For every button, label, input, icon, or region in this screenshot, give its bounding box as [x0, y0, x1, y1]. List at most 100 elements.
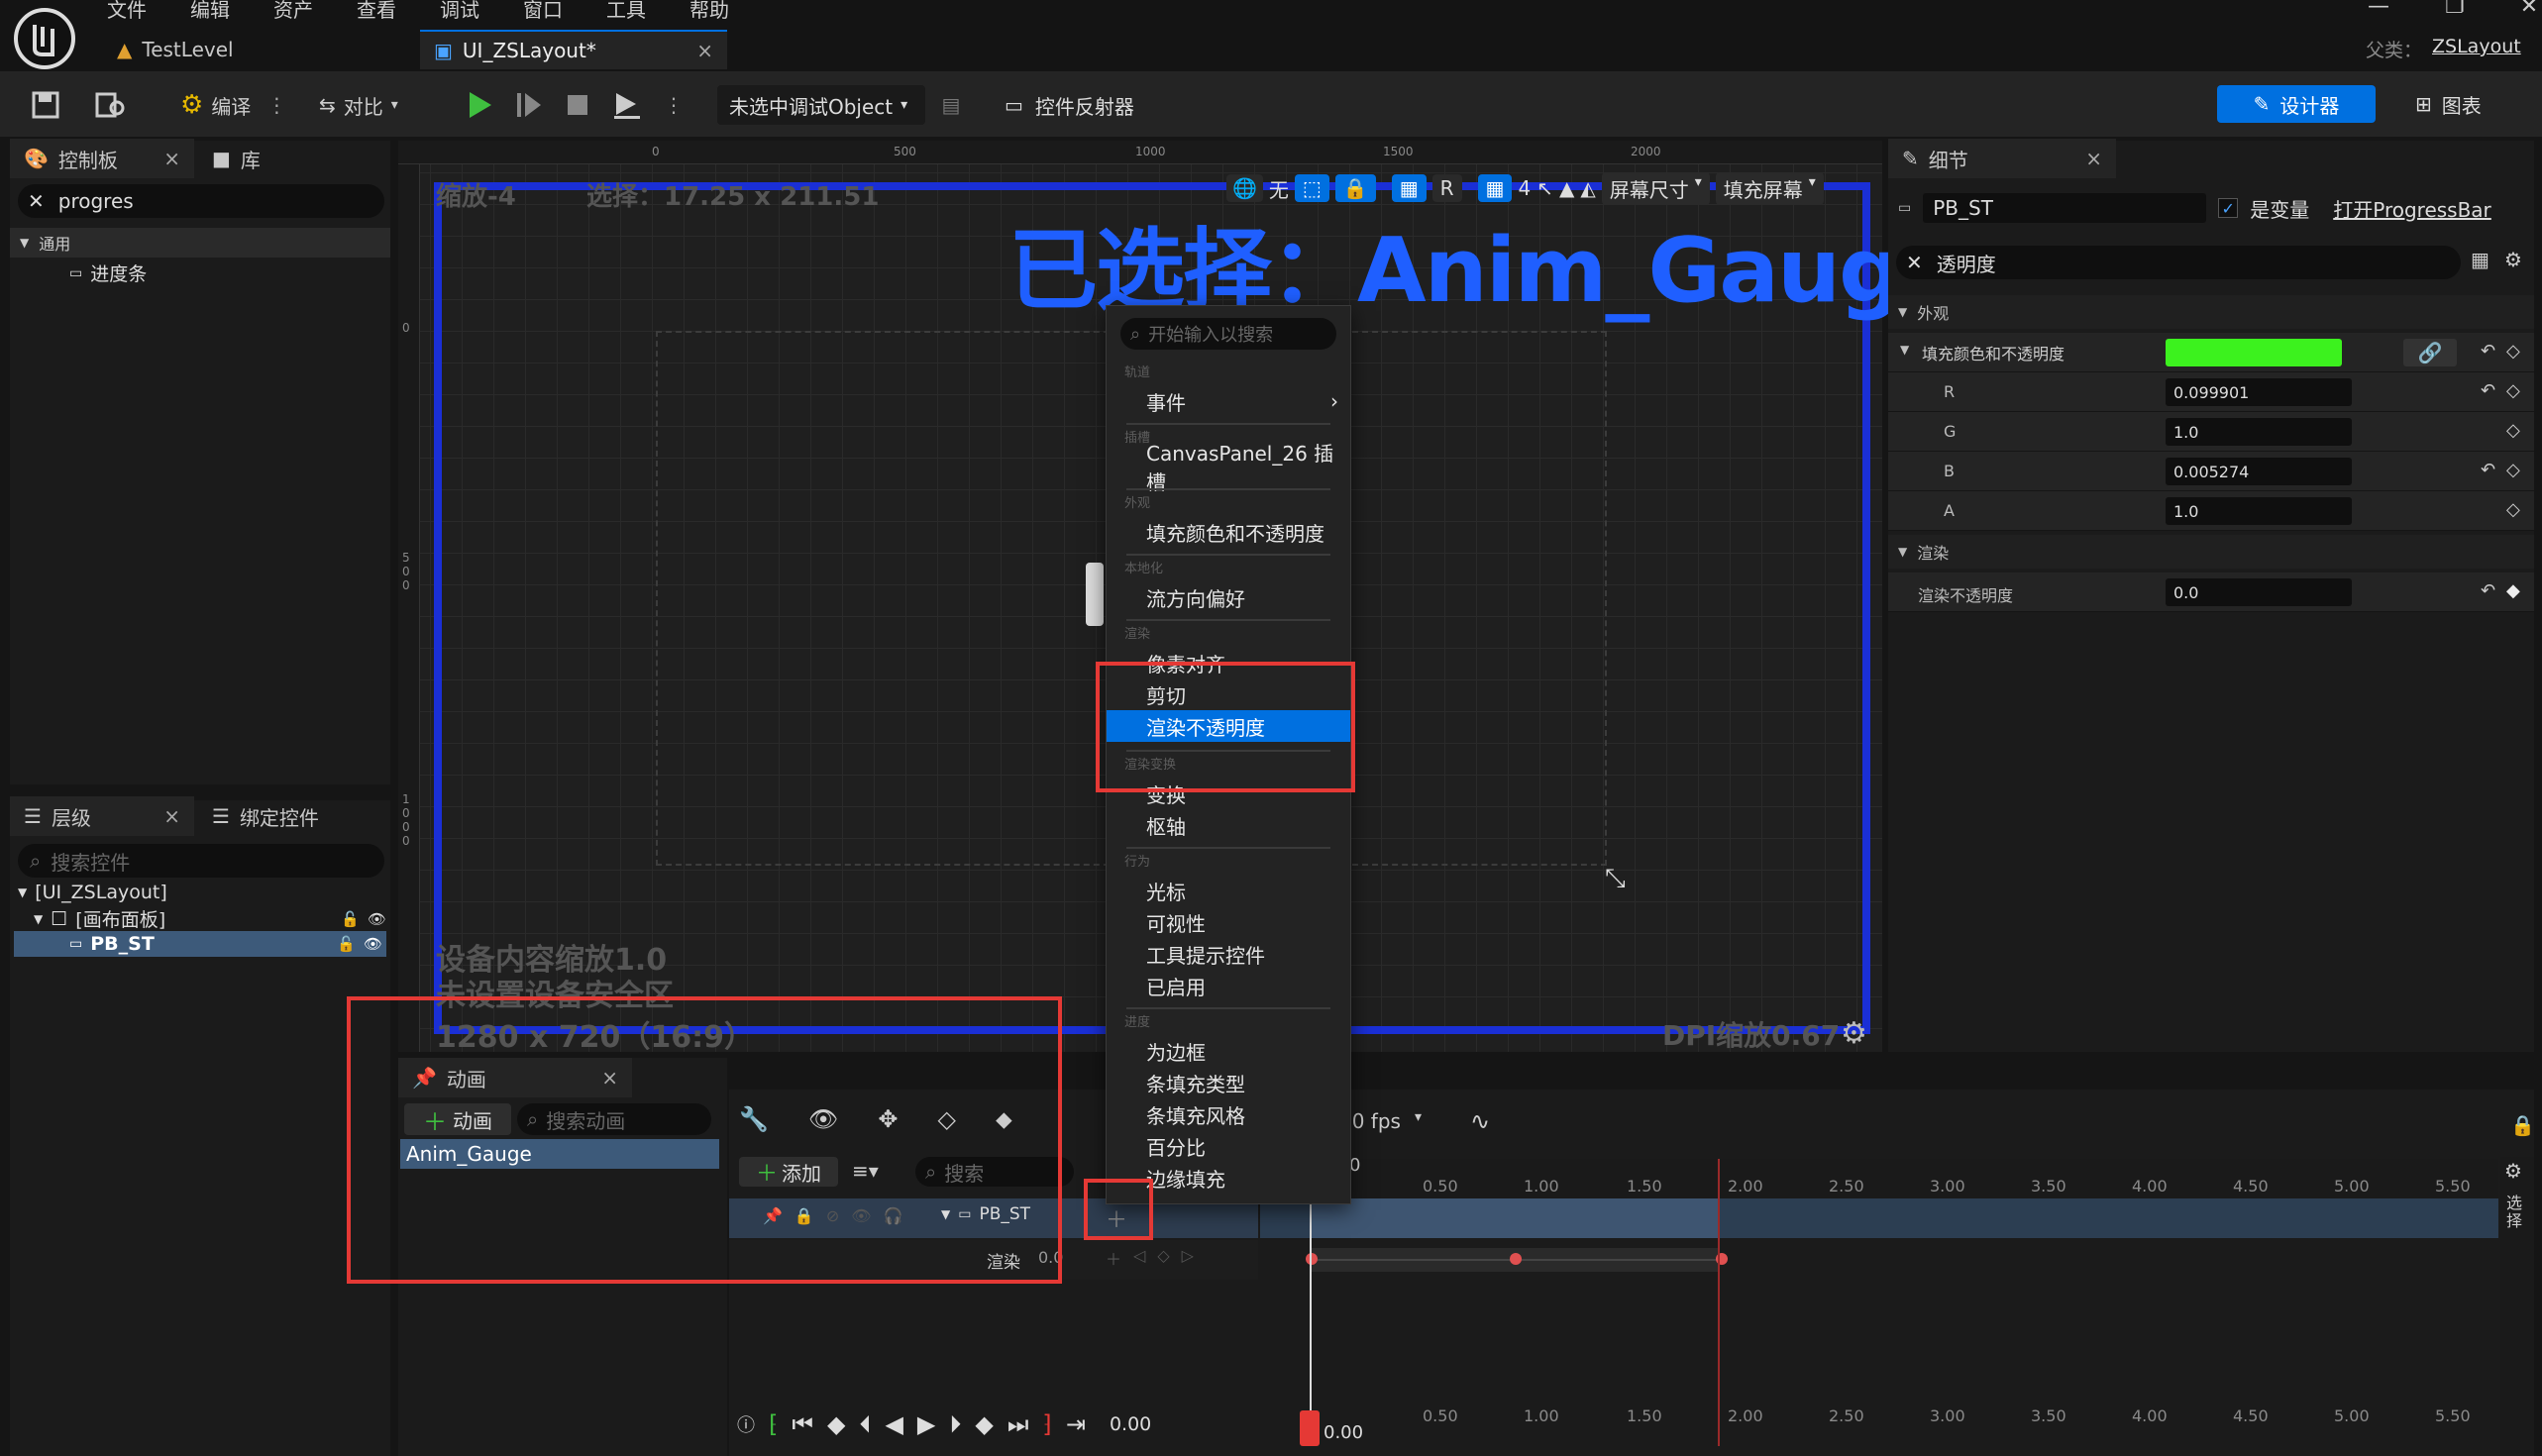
tab-library[interactable]: ■ 库 [198, 139, 376, 178]
tree-canvas[interactable]: ▼ ☐ [画布面板] 🔓 👁 [34, 905, 386, 932]
palette-search-input[interactable]: ✕ progres [18, 184, 384, 218]
tab-ui-zslayout[interactable]: ▣ UI_ZSLayout* × [420, 30, 727, 69]
next-key-icon[interactable]: ◆ [975, 1410, 993, 1438]
diff-button[interactable]: ⇆ 对比 ▾ [319, 87, 398, 123]
fps-select[interactable]: 20 fps ▾ [1339, 1109, 1422, 1133]
tree-item-pb-st[interactable]: ▭ PB_ST 🔓 👁 [14, 931, 386, 957]
grid-icon[interactable]: ▦ [1477, 174, 1513, 202]
keyframe-icon[interactable]: ◇ [2506, 341, 2520, 362]
keyframe-icon[interactable]: ◇ [2506, 499, 2520, 520]
selected-widget-handle[interactable] [1086, 563, 1104, 626]
tab-testlevel[interactable]: ▲ TestLevel [103, 30, 410, 69]
globe-icon[interactable]: 🌐 [1226, 174, 1263, 202]
menu-asset[interactable]: 资产 [273, 0, 313, 23]
reset-icon[interactable]: ↶ [2481, 580, 2495, 601]
screen-size-select[interactable]: 屏幕尺寸 ▾ [1601, 171, 1710, 205]
reset-icon[interactable]: ↶ [2481, 460, 2495, 480]
playhead-marker[interactable] [1300, 1410, 1320, 1446]
eye-icon[interactable]: 👁 [368, 910, 386, 928]
image-icon[interactable]: ▲ [1559, 176, 1574, 200]
menu-item-cursor[interactable]: 光标 [1107, 875, 1350, 906]
is-variable-checkbox[interactable]: ✓ [2218, 198, 2239, 218]
widget-reflector-button[interactable]: ▭ 控件反射器 [1005, 85, 1134, 125]
keyframe-point[interactable] [1510, 1253, 1522, 1265]
close-tab-icon[interactable]: × [163, 804, 180, 828]
range-end-icon[interactable]: ⁆ [1042, 1410, 1051, 1438]
keyframe-filled-icon[interactable]: ◆ [2506, 580, 2520, 601]
reset-icon[interactable]: ↶ [2481, 380, 2495, 401]
more-options-icon[interactable]: ⋮ [266, 93, 286, 117]
loop-icon[interactable]: ⇥ [1066, 1410, 1086, 1438]
menu-item-tooltip[interactable]: 工具提示控件 [1107, 938, 1350, 970]
tab-details[interactable]: ✎ 细节 × [1888, 139, 2116, 178]
menu-item-is-marquee[interactable]: 为边框 [1107, 1035, 1350, 1067]
current-time[interactable]: 0.00 [1110, 1413, 1151, 1435]
lock-icon[interactable]: 🔓 [337, 935, 356, 953]
menu-item-visibility[interactable]: 可视性 [1107, 906, 1350, 938]
a-input[interactable]: 1.0 [2166, 497, 2352, 525]
eject-icon[interactable] [612, 90, 642, 120]
clear-search-icon[interactable]: ✕ [1906, 251, 1923, 274]
palette-item-progressbar[interactable]: ▭ 进度条 [69, 260, 147, 286]
menu-edit[interactable]: 编辑 [190, 0, 230, 23]
tab-hierarchy[interactable]: ☰ 层级 × [10, 796, 194, 836]
lock-icon[interactable]: 🔒 [2510, 1113, 2535, 1137]
close-tab-icon[interactable]: × [163, 147, 180, 170]
reset-icon[interactable]: ↶ [2481, 341, 2495, 362]
prev-key-icon[interactable]: ◁ [1133, 1246, 1145, 1270]
step-icon[interactable] [515, 90, 543, 120]
minimize-icon[interactable]: — [2368, 0, 2389, 19]
table-view-icon[interactable]: ▦ [2471, 248, 2489, 271]
close-tab-icon[interactable]: × [696, 39, 713, 62]
fill-color-swatch[interactable] [2166, 339, 2342, 366]
fill-screen-select[interactable]: 填充屏幕 ▾ [1715, 171, 1824, 205]
keyframe-icon[interactable]: ◇ [2506, 460, 2520, 480]
restore-icon[interactable]: ❐ [2445, 0, 2465, 19]
select-mode-icon[interactable]: ⬚ [1294, 174, 1329, 202]
link-icon[interactable]: 🔗 [2403, 339, 2457, 366]
open-progressbar-link[interactable]: 打开ProgressBar [2333, 194, 2491, 223]
info-icon[interactable]: ⓘ [737, 1411, 755, 1437]
stop-icon[interactable] [565, 90, 590, 120]
cursor-icon[interactable]: ↖ [1536, 176, 1553, 200]
debug-filter-icon[interactable]: ▤ [935, 89, 967, 121]
menu-item-enabled[interactable]: 已启用 [1107, 970, 1350, 1001]
menu-item-fill-color[interactable]: 填充颜色和不透明度 [1107, 516, 1350, 548]
menu-item-percent[interactable]: 百分比 [1107, 1130, 1350, 1162]
reverse-icon[interactable]: ◀ [885, 1410, 902, 1438]
step-forward-icon[interactable]: ⏵ [949, 1410, 961, 1438]
close-icon[interactable]: ✕ [2520, 0, 2538, 19]
lock-icon[interactable]: 🔓 [341, 910, 360, 928]
keyframe-icon[interactable]: ◇ [2506, 380, 2520, 401]
save-icon[interactable] [26, 87, 65, 123]
debug-object-select[interactable]: 未选中调试Object ▾ [717, 85, 925, 125]
layout-icon[interactable]: ▦ [1391, 174, 1427, 202]
sequencer-settings-icon[interactable]: ⚙ [2504, 1159, 2522, 1183]
eye-icon[interactable]: 👁 [364, 935, 382, 953]
play-icon[interactable]: ▶ [917, 1410, 935, 1438]
unreal-logo-icon[interactable] [10, 4, 79, 73]
widget-name-input[interactable]: PB_ST [1923, 193, 2207, 223]
designer-button[interactable]: ✎ 设计器 [2217, 85, 2376, 123]
menu-window[interactable]: 窗口 [523, 0, 563, 23]
jump-start-icon[interactable]: ⏮ [792, 1410, 813, 1438]
section-appearance[interactable]: ▼ 外观 [1888, 295, 2534, 329]
menu-tools[interactable]: 工具 [606, 0, 646, 23]
prev-key-icon[interactable]: ◆ [827, 1410, 845, 1438]
graph-button[interactable]: ⊞ 图表 [2415, 85, 2482, 123]
lock-icon[interactable]: 🔒 [1334, 174, 1376, 202]
tab-palette[interactable]: 🎨 控制板 × [10, 139, 194, 178]
hierarchy-search-input[interactable]: ⌕ 搜索控件 [18, 844, 384, 878]
section-render[interactable]: ▼ 渲染 [1888, 535, 2534, 569]
r-input[interactable]: 0.099901 [2166, 378, 2352, 406]
keyframe-icon[interactable]: ◇ [2506, 420, 2520, 441]
key-icon[interactable]: ◇ [1157, 1246, 1169, 1270]
flip-icon[interactable]: ◭ [1580, 176, 1595, 200]
close-tab-icon[interactable]: × [2085, 147, 2102, 170]
add-key-icon[interactable]: ＋ [1106, 1246, 1121, 1270]
more-play-options-icon[interactable]: ⋮ [664, 93, 684, 117]
palette-category[interactable]: ▼ 通用 [10, 228, 390, 258]
dpi-settings-icon[interactable]: ⚙ [1841, 1016, 1867, 1051]
settings-icon[interactable]: ⚙ [2504, 248, 2522, 271]
tab-bind-widgets[interactable]: ☰ 绑定控件 [198, 796, 386, 836]
